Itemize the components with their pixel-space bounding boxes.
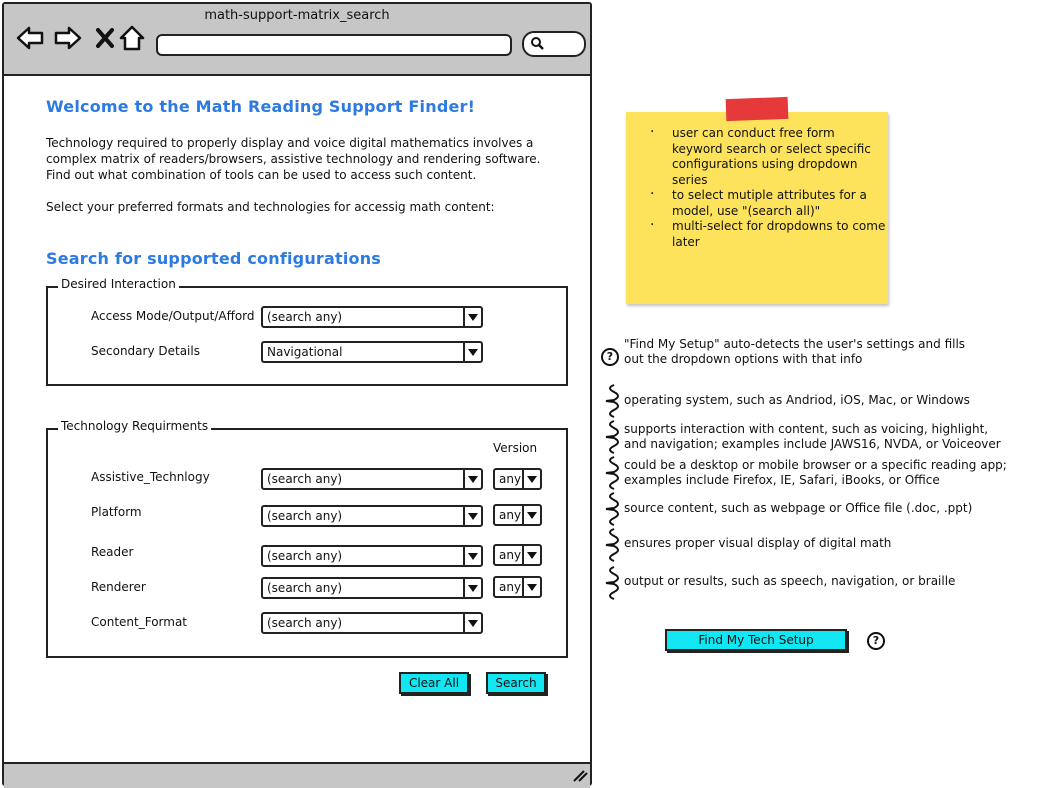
url-bar[interactable]	[156, 34, 512, 56]
window-title: math-support-matrix_search	[204, 8, 390, 23]
secondary-details-value: Navigational	[267, 345, 343, 359]
platform-version-dropdown[interactable]: any	[493, 504, 542, 526]
assistive-technology-version-dropdown[interactable]: any	[493, 468, 542, 490]
home-icon[interactable]	[118, 24, 146, 52]
renderer-version-dropdown[interactable]: any	[493, 576, 542, 598]
chevron-down-icon	[463, 343, 481, 361]
secondary-details-dropdown[interactable]: Navigational	[261, 341, 483, 363]
renderer-label: Renderer	[91, 580, 146, 594]
reader-dropdown[interactable]: (search any)	[261, 545, 483, 567]
instruction-text: Select your preferred formats and techno…	[46, 200, 495, 214]
renderer-note: ensures proper visual display of digital…	[624, 536, 892, 550]
chevron-down-icon	[463, 507, 481, 525]
chevron-down-icon	[522, 578, 540, 596]
squiggle-brace-icon	[605, 566, 619, 600]
status-bar	[4, 762, 590, 788]
platform-label: Platform	[91, 505, 142, 519]
help-icon: ?	[601, 348, 619, 366]
search-icon	[531, 37, 544, 50]
clear-all-button[interactable]: Clear All	[399, 672, 469, 694]
assistive-technology-note: supports interaction with content, such …	[624, 422, 1001, 451]
renderer-dropdown[interactable]: (search any)	[261, 577, 483, 599]
chevron-down-icon	[463, 547, 481, 565]
chevron-down-icon	[463, 308, 481, 326]
secondary-details-label: Secondary Details	[91, 344, 200, 358]
chevron-down-icon	[463, 614, 481, 632]
back-arrow-icon[interactable]	[16, 24, 44, 52]
search-section-title: Search for supported configurations	[46, 249, 382, 268]
assistive-technology-version-value: any	[499, 472, 522, 486]
page-title: Welcome to the Math Reading Support Find…	[46, 97, 476, 116]
squiggle-brace-icon	[605, 384, 619, 418]
content-format-label: Content_Format	[91, 615, 188, 629]
content-format-dropdown[interactable]: (search any)	[261, 612, 483, 634]
platform-dropdown[interactable]: (search any)	[261, 505, 483, 527]
chevron-down-icon	[463, 579, 481, 597]
sticky-note-item: user can conduct free form keyword searc…	[650, 125, 888, 188]
desired-interaction-legend: Desired Interaction	[58, 277, 179, 291]
reader-label: Reader	[91, 545, 134, 559]
sticky-note: user can conduct free form keyword searc…	[626, 112, 888, 304]
find-my-tech-setup-button[interactable]: Find My Tech Setup	[665, 629, 847, 651]
intro-text: Technology required to properly display …	[46, 136, 541, 182]
close-icon[interactable]	[92, 24, 120, 52]
renderer-value: (search any)	[267, 581, 343, 595]
sticky-note-item: to select mutiple attributes for a model…	[650, 187, 888, 219]
chevron-down-icon	[522, 546, 540, 564]
assistive-technology-value: (search any)	[267, 472, 343, 486]
technology-legend: Technology Requirments	[58, 419, 212, 433]
squiggle-brace-icon	[605, 528, 619, 562]
assistive-technology-label: Assistive_Technlogy	[91, 470, 210, 484]
content-format-value: (search any)	[267, 616, 343, 630]
reader-version-dropdown[interactable]: any	[493, 544, 542, 566]
browser-search-input[interactable]	[522, 31, 586, 57]
squiggle-brace-icon	[605, 420, 619, 454]
find-setup-note: "Find My Setup" auto-detects the user's …	[624, 337, 966, 366]
access-mode-label: Access Mode/Output/Afford	[91, 309, 255, 323]
version-header: Version	[493, 441, 538, 455]
reader-value: (search any)	[267, 549, 343, 563]
browser-chrome: math-support-matrix_search	[4, 4, 590, 76]
access-mode-dropdown[interactable]: (search any)	[261, 306, 483, 328]
chevron-down-icon	[522, 470, 540, 488]
output-note: output or results, such as speech, navig…	[624, 574, 956, 588]
tape-strip	[725, 96, 789, 122]
browser-window: math-support-matrix_search Welcome to th…	[2, 2, 592, 788]
reader-note: could be a desktop or mobile browser or …	[624, 458, 1007, 487]
renderer-version-value: any	[499, 580, 522, 594]
content-format-note: source content, such as webpage or Offic…	[624, 501, 973, 515]
reader-version-value: any	[499, 548, 522, 562]
assistive-technology-dropdown[interactable]: (search any)	[261, 468, 483, 490]
platform-value: (search any)	[267, 509, 343, 523]
sticky-note-list: user can conduct free form keyword searc…	[626, 112, 888, 250]
search-button[interactable]: Search	[486, 672, 546, 694]
desired-interaction-group	[46, 286, 568, 386]
squiggle-brace-icon	[605, 456, 619, 490]
squiggle-brace-icon	[605, 492, 619, 526]
access-mode-value: (search any)	[267, 310, 343, 324]
sticky-note-item: multi-select for dropdowns to come later	[650, 218, 888, 250]
forward-arrow-icon[interactable]	[54, 24, 82, 52]
help-icon[interactable]: ?	[867, 632, 885, 650]
chevron-down-icon	[463, 470, 481, 488]
platform-version-value: any	[499, 508, 522, 522]
resize-grip-icon[interactable]	[572, 768, 588, 782]
chevron-down-icon	[522, 506, 540, 524]
operating-system-note: operating system, such as Andriod, iOS, …	[624, 393, 970, 407]
